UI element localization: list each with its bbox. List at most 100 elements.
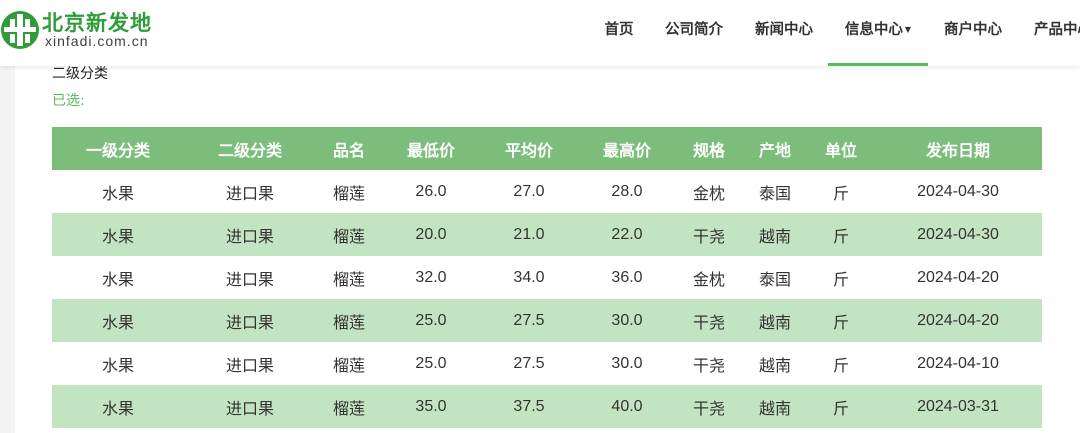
column-header-origin: 产地 bbox=[742, 127, 808, 170]
nav-merchant-center[interactable]: 商户中心 bbox=[941, 0, 1005, 66]
cell-publish-date: 2024-04-20 bbox=[874, 299, 1042, 342]
table-row: 水果 进口果 榴莲 20.0 21.0 22.0 干尧 越南斤 2024-04-30 bbox=[52, 213, 1042, 256]
nav-company-intro-label: 公司简介 bbox=[665, 22, 723, 38]
cell-max-price: 40.0 bbox=[578, 385, 676, 428]
cell-unit: 斤 bbox=[808, 299, 874, 342]
chevron-down-icon: ▼ bbox=[904, 25, 912, 34]
cell-max-price: 28.0 bbox=[578, 170, 676, 213]
cell-max-price: 22.0 bbox=[578, 213, 676, 256]
cell-level1-category: 水果 bbox=[52, 342, 184, 385]
cell-level2-category: 进口果 bbox=[184, 385, 316, 428]
cell-origin: 越南 bbox=[742, 299, 808, 342]
nav-home[interactable]: 首页 bbox=[602, 0, 636, 66]
nav-news-center[interactable]: 新闻中心 bbox=[752, 0, 816, 66]
column-header-min-price: 最低价 bbox=[382, 127, 480, 170]
nav-merchant-center-label: 商户中心 bbox=[944, 22, 1002, 38]
cell-origin: 泰国 bbox=[742, 256, 808, 299]
cell-level2-category: 进口果 bbox=[184, 213, 316, 256]
site-header: 北京新发地 xinfadi.com.cn 首页 公司简介 新闻中心 信息中心 ▼ … bbox=[0, 0, 1080, 66]
price-table-body: 水果 进口果 榴莲 26.0 27.0 28.0 金枕 泰国斤 2024-04-30 水果 进口果榴… bbox=[52, 170, 1042, 428]
cell-avg-price: 34.0 bbox=[480, 256, 578, 299]
cell-min-price: 20.0 bbox=[382, 213, 480, 256]
cell-max-price: 36.0 bbox=[578, 256, 676, 299]
cell-min-price: 26.0 bbox=[382, 170, 480, 213]
cell-unit: 斤 bbox=[808, 170, 874, 213]
cell-origin: 泰国 bbox=[742, 170, 808, 213]
column-header-max-price: 最高价 bbox=[578, 127, 676, 170]
cell-product-name: 榴莲 bbox=[316, 342, 382, 385]
cell-unit: 斤 bbox=[808, 385, 874, 428]
table-header-row: 一级分类 二级分类 品名 最低价 平均价 最高价 规格 产地 单位 发布日期 bbox=[52, 127, 1042, 170]
cell-publish-date: 2024-04-30 bbox=[874, 170, 1042, 213]
cell-origin: 越南 bbox=[742, 213, 808, 256]
column-header-level2-category: 二级分类 bbox=[184, 127, 316, 170]
main-content: 二级分类 已选: 一级分类 二级分类 品名 最低价 平均价 最高价 规格 产地 … bbox=[15, 66, 1080, 433]
table-row: 水果 进口果 榴莲 25.0 27.5 30.0 干尧 越南斤 2024-04-20 bbox=[52, 299, 1042, 342]
cell-spec: 干尧 bbox=[676, 299, 742, 342]
cell-spec: 干尧 bbox=[676, 385, 742, 428]
column-header-unit: 单位 bbox=[808, 127, 874, 170]
cell-level2-category: 进口果 bbox=[184, 299, 316, 342]
cell-spec: 干尧 bbox=[676, 213, 742, 256]
cell-unit: 斤 bbox=[808, 213, 874, 256]
cell-level1-category: 水果 bbox=[52, 256, 184, 299]
column-header-publish-date: 发布日期 bbox=[874, 127, 1042, 170]
cell-unit: 斤 bbox=[808, 342, 874, 385]
column-header-product-name: 品名 bbox=[316, 127, 382, 170]
cell-min-price: 35.0 bbox=[382, 385, 480, 428]
column-header-spec: 规格 bbox=[676, 127, 742, 170]
cell-level1-category: 水果 bbox=[52, 213, 184, 256]
cell-level2-category: 进口果 bbox=[184, 170, 316, 213]
selected-filters-label: 已选: bbox=[52, 93, 85, 109]
cell-avg-price: 37.5 bbox=[480, 385, 578, 428]
cell-spec: 干尧 bbox=[676, 342, 742, 385]
price-table: 一级分类 二级分类 品名 最低价 平均价 最高价 规格 产地 单位 发布日期 水… bbox=[52, 127, 1042, 428]
nav-company-intro[interactable]: 公司简介 bbox=[662, 0, 726, 66]
xinfadi-logo-icon[interactable] bbox=[0, 8, 44, 52]
cell-level2-category: 进口果 bbox=[184, 256, 316, 299]
cell-spec: 金枕 bbox=[676, 256, 742, 299]
cell-level1-category: 水果 bbox=[52, 170, 184, 213]
cell-max-price: 30.0 bbox=[578, 342, 676, 385]
cell-min-price: 25.0 bbox=[382, 299, 480, 342]
cell-product-name: 榴莲 bbox=[316, 385, 382, 428]
nav-product-center-label: 产品中心 bbox=[1034, 22, 1080, 38]
cell-publish-date: 2024-04-10 bbox=[874, 342, 1042, 385]
column-header-level1-category: 一级分类 bbox=[52, 127, 184, 170]
cell-origin: 越南 bbox=[742, 385, 808, 428]
cell-avg-price: 27.5 bbox=[480, 299, 578, 342]
table-row: 水果 进口果 榴莲 32.0 34.0 36.0 金枕 泰国斤 2024-04-20 bbox=[52, 256, 1042, 299]
cell-spec: 金枕 bbox=[676, 170, 742, 213]
cell-avg-price: 27.0 bbox=[480, 170, 578, 213]
site-domain[interactable]: xinfadi.com.cn bbox=[45, 33, 148, 49]
cell-avg-price: 27.5 bbox=[480, 342, 578, 385]
level2-category-filter-label: 二级分类 bbox=[52, 66, 108, 82]
nav-product-center[interactable]: 产品中心 bbox=[1031, 0, 1080, 66]
column-header-avg-price: 平均价 bbox=[480, 127, 578, 170]
cell-publish-date: 2024-04-30 bbox=[874, 213, 1042, 256]
nav-home-label: 首页 bbox=[604, 22, 634, 38]
nav-news-center-label: 新闻中心 bbox=[755, 22, 813, 38]
cell-level2-category: 进口果 bbox=[184, 342, 316, 385]
cell-level1-category: 水果 bbox=[52, 299, 184, 342]
cell-product-name: 榴莲 bbox=[316, 256, 382, 299]
cell-unit: 斤 bbox=[808, 256, 874, 299]
cell-product-name: 榴莲 bbox=[316, 299, 382, 342]
cell-product-name: 榴莲 bbox=[316, 213, 382, 256]
table-row: 水果 进口果 榴莲 26.0 27.0 28.0 金枕 泰国斤 2024-04-30 bbox=[52, 170, 1042, 213]
cell-origin: 越南 bbox=[742, 342, 808, 385]
cell-avg-price: 21.0 bbox=[480, 213, 578, 256]
cell-min-price: 25.0 bbox=[382, 342, 480, 385]
cell-level1-category: 水果 bbox=[52, 385, 184, 428]
nav-info-center-label: 信息中心 bbox=[844, 22, 903, 38]
nav-info-center[interactable]: 信息中心 ▼ bbox=[828, 0, 928, 66]
cell-publish-date: 2024-04-20 bbox=[874, 256, 1042, 299]
cell-product-name: 榴莲 bbox=[316, 170, 382, 213]
table-row: 水果 进口果 榴莲 35.0 37.5 40.0 干尧 越南斤 2024-03-31 bbox=[52, 385, 1042, 428]
table-row: 水果 进口果 榴莲 25.0 27.5 30.0 干尧 越南斤 2024-04-10 bbox=[52, 342, 1042, 385]
cell-max-price: 30.0 bbox=[578, 299, 676, 342]
cell-min-price: 32.0 bbox=[382, 256, 480, 299]
page: 北京新发地 xinfadi.com.cn 首页 公司简介 新闻中心 信息中心 ▼ … bbox=[0, 0, 1080, 433]
cell-publish-date: 2024-03-31 bbox=[874, 385, 1042, 428]
main-nav: 首页 公司简介 新闻中心 信息中心▼ 商户中心 产品中心 bbox=[588, 0, 1080, 66]
